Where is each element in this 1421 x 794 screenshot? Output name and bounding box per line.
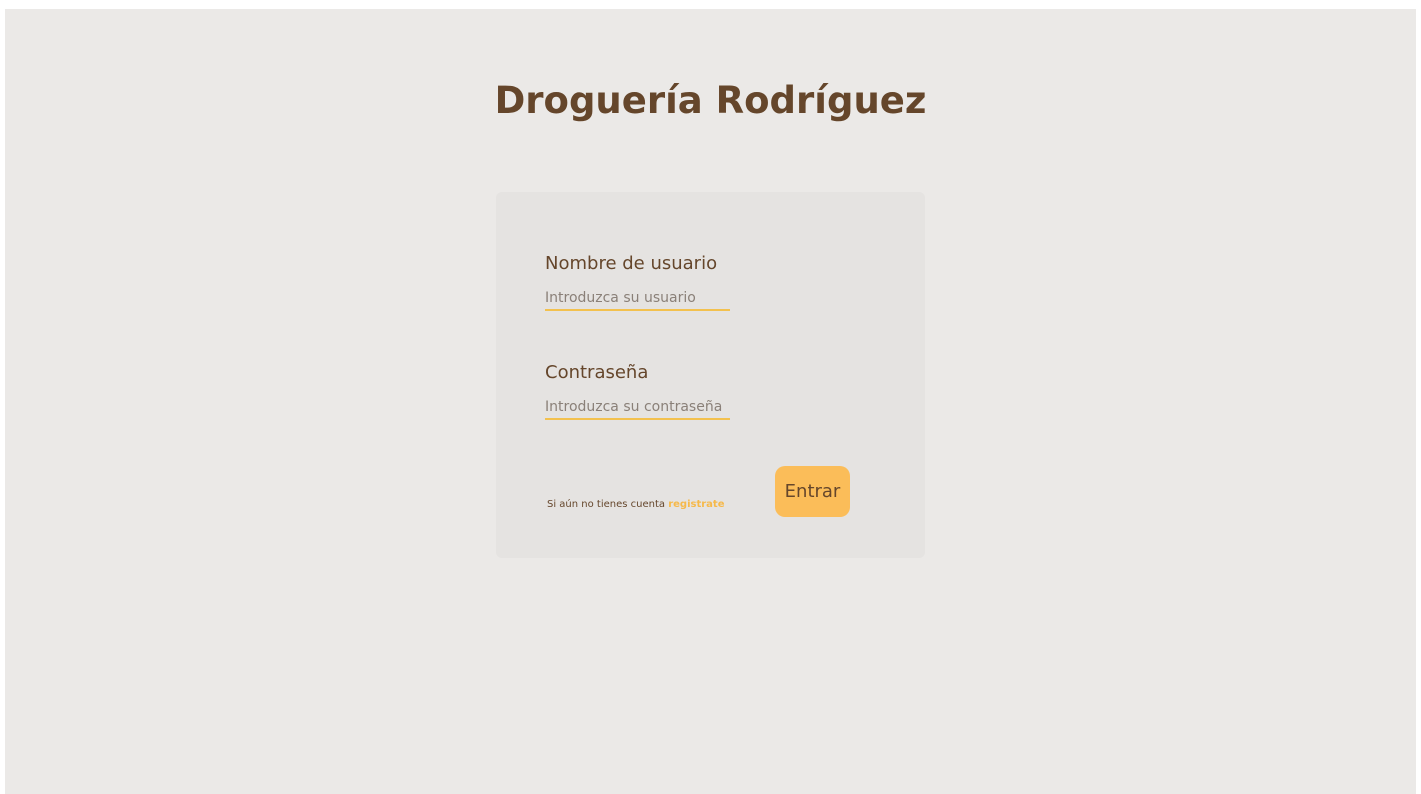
register-link[interactable]: registrate [668, 499, 724, 510]
password-input[interactable] [545, 396, 730, 420]
login-page: Droguería Rodríguez Nombre de usuario Co… [5, 9, 1416, 794]
page-title: Droguería Rodríguez [494, 79, 927, 122]
username-input[interactable] [545, 287, 730, 311]
password-label: Contraseña [545, 362, 649, 383]
register-text: Si aún no tienes cuenta [547, 499, 666, 510]
login-button[interactable]: Entrar [775, 466, 850, 517]
register-prompt: Si aún no tienes cuenta registrate [547, 498, 725, 512]
username-label: Nombre de usuario [545, 253, 718, 274]
login-card: Nombre de usuario Contraseña Si aún no t… [496, 192, 925, 558]
